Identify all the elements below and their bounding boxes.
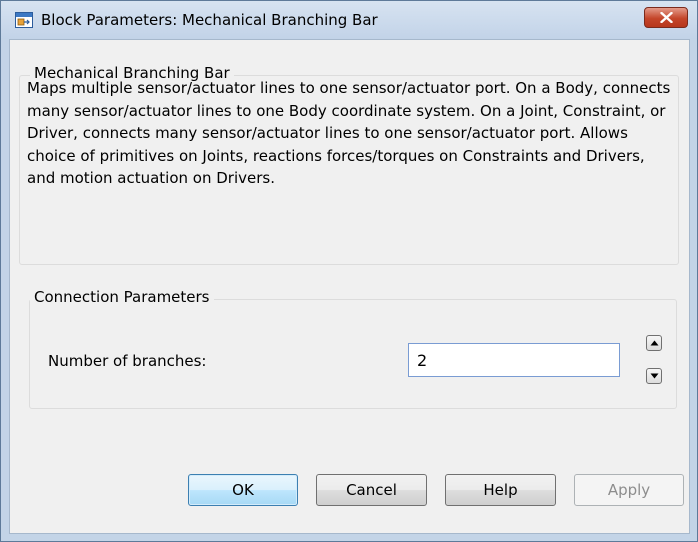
arrow-down-icon <box>650 373 659 379</box>
increment-button[interactable] <box>646 335 662 351</box>
close-icon <box>660 12 673 23</box>
connection-parameters-label: Connection Parameters <box>30 288 214 306</box>
cancel-button[interactable]: Cancel <box>316 474 427 506</box>
help-button[interactable]: Help <box>445 474 556 506</box>
ok-button[interactable]: OK <box>188 474 298 506</box>
decrement-button[interactable] <box>646 368 662 384</box>
dialog-body: Mechanical Branching Bar Maps multiple s… <box>9 39 690 534</box>
arrow-up-icon <box>650 340 659 346</box>
window-title: Block Parameters: Mechanical Branching B… <box>41 11 378 29</box>
close-button[interactable] <box>644 7 688 28</box>
block-parameters-window: Block Parameters: Mechanical Branching B… <box>0 0 698 542</box>
simulink-block-icon <box>15 12 33 28</box>
apply-button[interactable]: Apply <box>574 474 684 506</box>
number-of-branches-label: Number of branches: <box>48 352 207 370</box>
number-of-branches-field[interactable] <box>408 343 620 377</box>
block-description: Maps multiple sensor/actuator lines to o… <box>27 79 671 188</box>
title-bar[interactable]: Block Parameters: Mechanical Branching B… <box>1 1 697 39</box>
